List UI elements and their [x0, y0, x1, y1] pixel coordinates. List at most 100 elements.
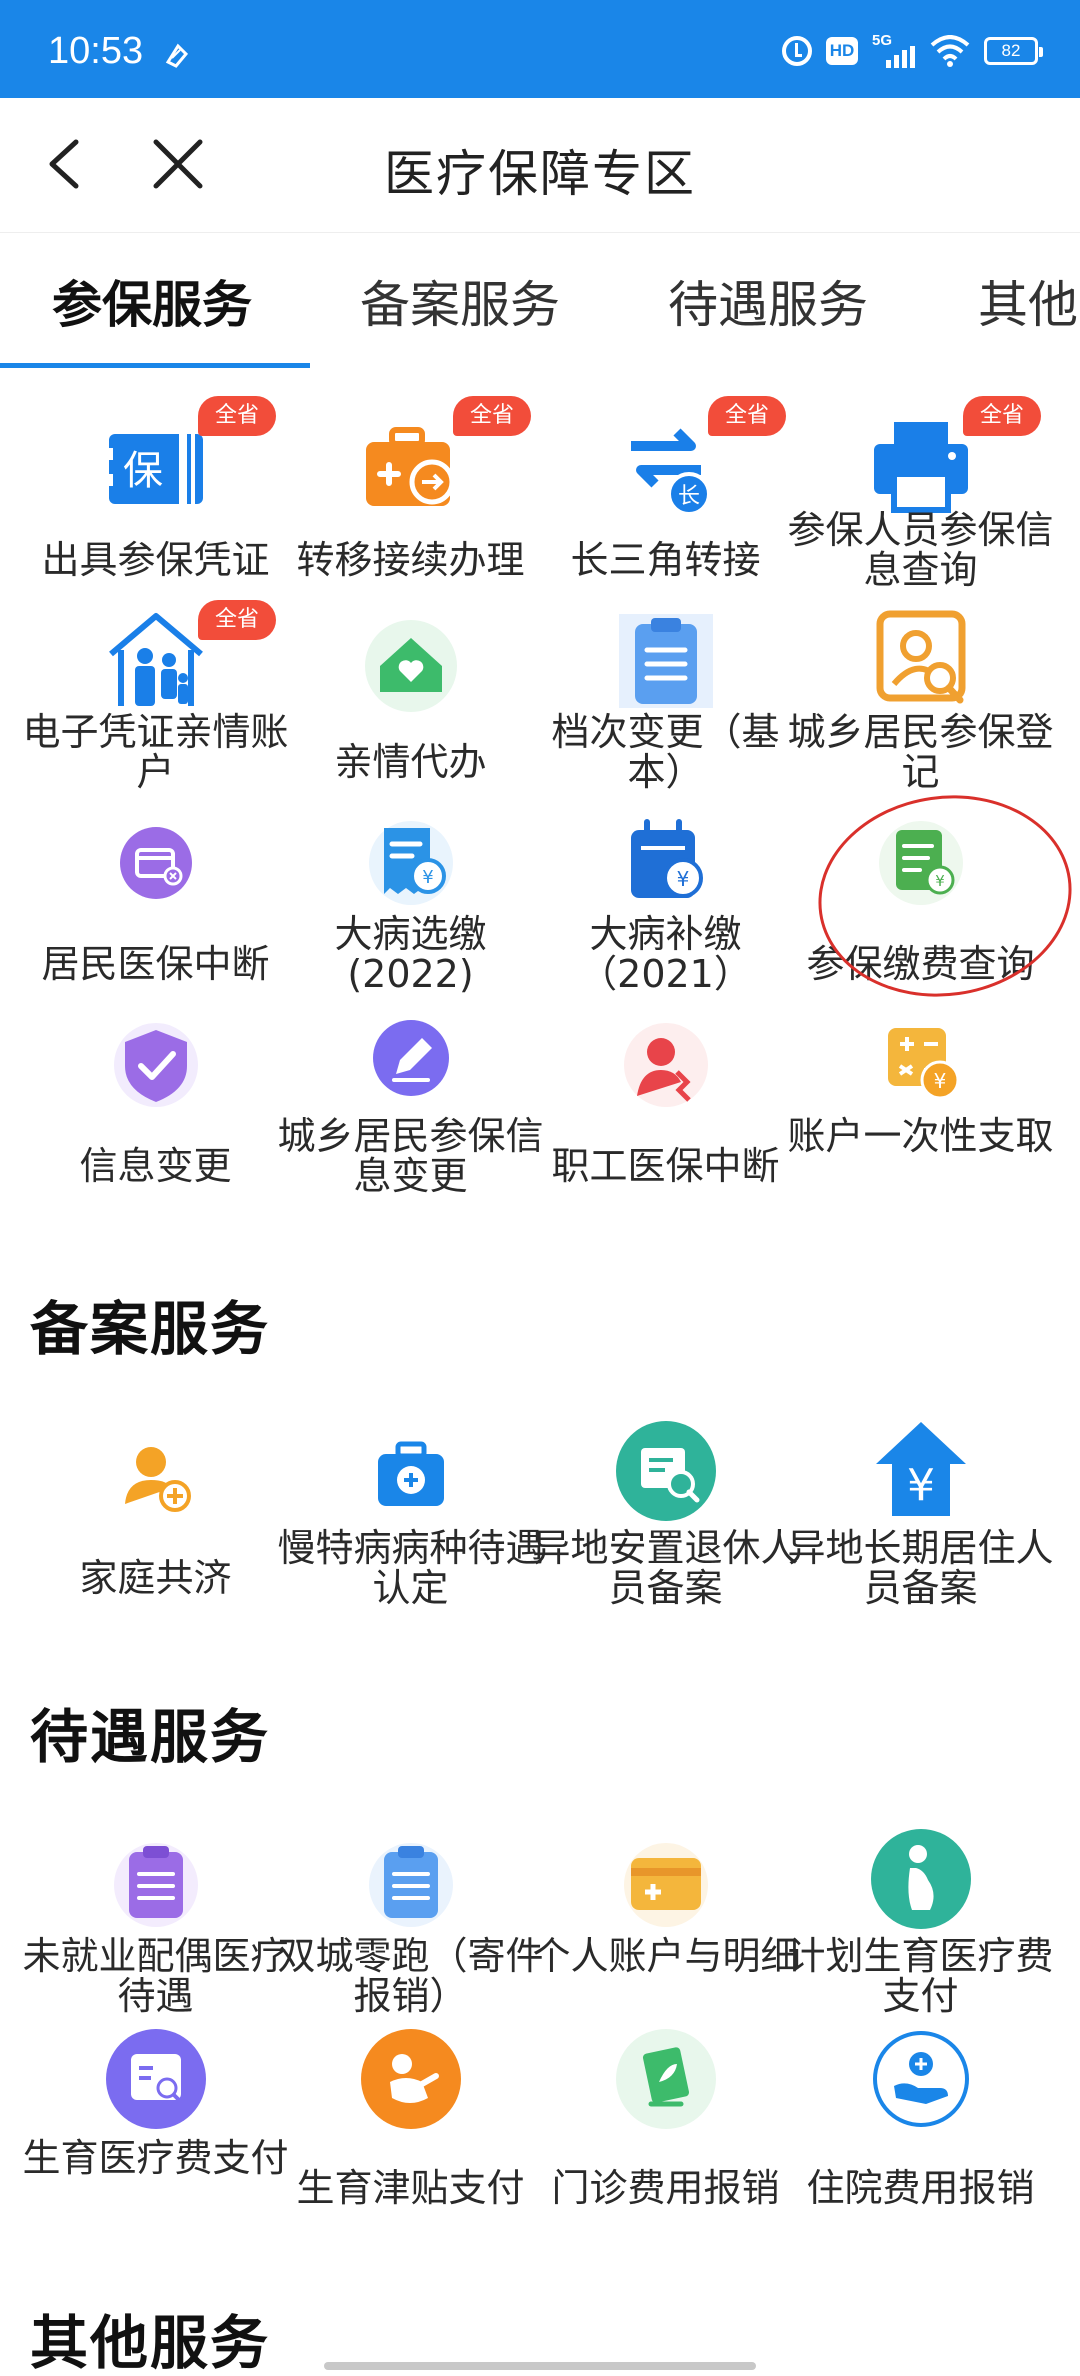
- clipboard-purple-icon: [113, 1843, 198, 1927]
- service-item-retiree-relocation[interactable]: 异地安置退休人员备案: [532, 1410, 799, 1610]
- service-item-certificate[interactable]: 保 全省 出具参保凭证: [28, 392, 283, 592]
- service-item-maternity-medical[interactable]: 生育医疗费支付: [22, 2020, 289, 2220]
- svg-text:¥: ¥: [933, 1069, 946, 1093]
- status-time: 10:53: [48, 30, 144, 72]
- house-yen-icon: ¥: [875, 1422, 966, 1516]
- service-item-outpatient-reimburse[interactable]: 门诊费用报销: [538, 2020, 793, 2220]
- service-label: 长三角转接: [570, 538, 761, 582]
- network-label: 5G: [872, 32, 893, 49]
- service-item-maternity-allowance[interactable]: 生育津贴支付: [283, 2020, 538, 2220]
- document-search-icon: [615, 1421, 716, 1521]
- printer-icon: [873, 422, 968, 513]
- alarm-icon: [782, 36, 812, 66]
- service-item-long-term-residence[interactable]: ¥ 异地长期居住人员备案: [787, 1410, 1054, 1610]
- heart-house-icon: [364, 620, 457, 712]
- 5g-signal-icon: 5G: [872, 32, 916, 68]
- card-cancel-icon: [119, 827, 192, 899]
- service-item-family-account[interactable]: 全省 电子凭证亲情账户: [22, 594, 289, 794]
- insurance-certificate-icon: 保: [104, 434, 203, 504]
- tab-benefit-services[interactable]: 待遇服务: [668, 265, 868, 337]
- service-label: 出具参保凭证: [41, 538, 270, 582]
- service-label: 异地长期居住人员备案: [787, 1526, 1054, 1610]
- service-item-family-mutual[interactable]: 家庭共济: [28, 1410, 283, 1610]
- pregnancy-icon: [870, 1829, 971, 1929]
- bill-yen-icon: ¥: [368, 821, 453, 905]
- service-label: 账户一次性支取: [787, 1114, 1054, 1158]
- service-label: 计划生育医疗费支付: [787, 1934, 1054, 2018]
- section-title-benefit: 待遇服务: [30, 1703, 271, 1771]
- user-break-icon: [623, 1023, 708, 1107]
- service-item-employee-interrupt[interactable]: 职工医保中断: [538, 998, 793, 1198]
- service-item-proxy[interactable]: 亲情代办: [283, 594, 538, 794]
- pencil-edit-icon: [372, 1020, 449, 1096]
- briefcase-transfer-icon: [365, 427, 454, 506]
- service-label: 亲情代办: [334, 740, 487, 784]
- service-item-tier-change[interactable]: 档次变更（基本）: [538, 594, 793, 794]
- status-bar: 10:53 HD 5G 82: [0, 0, 1080, 98]
- service-item-personal-account[interactable]: 个人账户与明细: [532, 1818, 799, 2018]
- service-item-one-time-withdraw[interactable]: ¥ 账户一次性支取: [787, 998, 1054, 1198]
- service-label: 慢特病病种待遇认定: [277, 1526, 544, 1610]
- service-item-transfer[interactable]: 全省 转移接续办理: [283, 392, 538, 592]
- calculator-yen-icon: ¥: [887, 1028, 959, 1100]
- clipboard-list-icon: [618, 614, 713, 708]
- service-item-resident-interrupt[interactable]: 居民医保中断: [28, 796, 283, 996]
- wifi-icon: [930, 35, 970, 67]
- service-label: 电子凭证亲情账户: [22, 710, 289, 794]
- swap-arrows-icon: 长: [630, 428, 711, 516]
- svg-text:¥: ¥: [422, 867, 433, 888]
- service-label: 生育津贴支付: [296, 2166, 525, 2210]
- service-label: 参保人员参保信息查询: [787, 508, 1054, 592]
- service-item-inpatient-reimburse[interactable]: 住院费用报销: [793, 2020, 1048, 2220]
- title-bar: 医疗保障专区: [0, 98, 1080, 232]
- svg-text:长: 长: [677, 484, 699, 509]
- service-label: 异地安置退休人员备案: [532, 1526, 799, 1610]
- service-label: 职工医保中断: [551, 1144, 780, 1188]
- tab-insurance-services[interactable]: 参保服务: [52, 265, 252, 337]
- service-item-insured-query[interactable]: 全省 参保人员参保信息查询: [787, 392, 1054, 592]
- home-indicator[interactable]: [324, 2362, 756, 2370]
- service-label: 未就业配偶医疗待遇: [22, 1934, 289, 2018]
- badge-provincial: 全省: [453, 396, 531, 436]
- service-item-info-change[interactable]: 信息变更: [28, 998, 283, 1198]
- service-item-yangtze-transfer[interactable]: 长 全省 长三角转接: [538, 392, 793, 592]
- service-item-family-planning[interactable]: 计划生育医疗费支付: [787, 1818, 1054, 2018]
- shield-check-icon: [113, 1023, 198, 1107]
- badge-provincial: 全省: [963, 396, 1041, 436]
- baby-icon: [360, 2029, 461, 2129]
- user-add-icon: [124, 1447, 191, 1512]
- service-item-chronic-disease[interactable]: 慢特病病种待遇认定: [277, 1410, 544, 1610]
- service-label: 生育医疗费支付: [22, 2136, 289, 2180]
- family-house-icon: [108, 613, 203, 706]
- tab-filing-services[interactable]: 备案服务: [360, 265, 560, 337]
- service-label: 家庭共济: [79, 1556, 232, 1600]
- medical-kit-icon: [377, 1441, 444, 1506]
- tab-bar: 参保服务 备案服务 待遇服务 其他: [0, 232, 1080, 368]
- service-item-spouse-benefit[interactable]: 未就业配偶医疗待遇: [22, 1818, 289, 2018]
- service-label: 档次变更（基本）: [551, 710, 780, 794]
- svg-text:保: 保: [123, 448, 163, 494]
- svg-text:¥: ¥: [907, 1460, 935, 1511]
- service-item-resident-info-change[interactable]: 城乡居民参保信息变更: [277, 998, 544, 1198]
- service-label: 信息变更: [79, 1144, 232, 1188]
- service-label: 门诊费用报销: [551, 2166, 780, 2210]
- tab-other-services[interactable]: 其他: [978, 265, 1078, 337]
- section-title-other: 其他服务: [30, 2309, 271, 2376]
- page-title: 医疗保障专区: [384, 145, 696, 203]
- badge-provincial: 全省: [198, 396, 276, 436]
- hand-cross-icon: [872, 2031, 969, 2127]
- herb-card-icon: [615, 2029, 716, 2129]
- badge-provincial: 全省: [198, 600, 276, 640]
- service-item-major-illness-select[interactable]: ¥ 大病选缴(2022): [283, 796, 538, 996]
- service-label: 住院费用报销: [806, 2166, 1035, 2210]
- status-icons: HD 5G 82: [782, 32, 1043, 68]
- service-label: 大病选缴(2022): [334, 912, 487, 996]
- service-item-dual-city[interactable]: 双城零跑（寄件报销）: [277, 1818, 544, 2018]
- user-search-icon: [876, 610, 965, 704]
- service-item-resident-register[interactable]: 城乡居民参保登记: [787, 594, 1054, 794]
- medical-card-icon: [623, 1843, 708, 1927]
- service-item-major-illness-makeup[interactable]: ¥ 大病补缴（2021）: [538, 796, 793, 996]
- service-label: 城乡居民参保登记: [787, 710, 1054, 794]
- notification-icon: [165, 43, 189, 68]
- service-label: 转移接续办理: [296, 538, 525, 582]
